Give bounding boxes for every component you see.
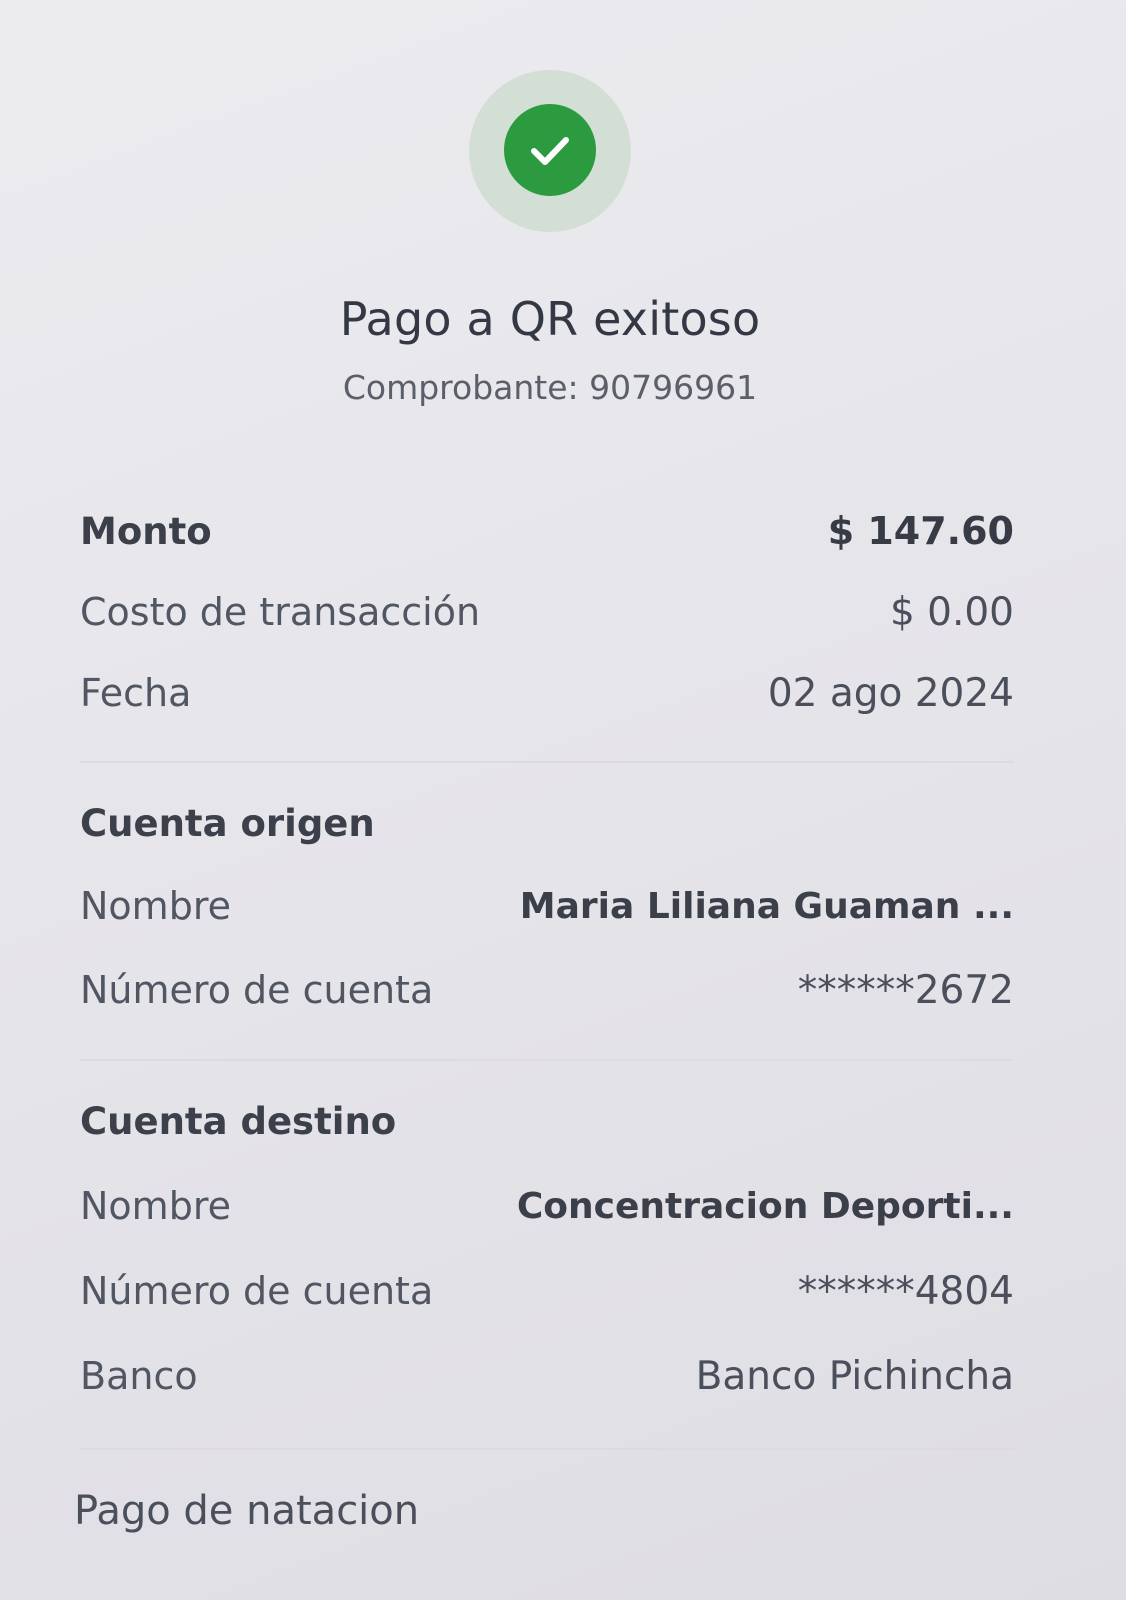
origin-account-label: Número de cuenta <box>80 968 434 1012</box>
bank-label: Banco <box>80 1354 198 1398</box>
success-circle <box>504 104 596 196</box>
destination-name-label: Nombre <box>80 1184 231 1228</box>
payment-receipt: Pago a QR exitoso Comprobante: 90796961 … <box>0 0 1126 1600</box>
destination-account-row: Número de cuenta ******4804 <box>80 1263 1014 1319</box>
page-title: Pago a QR exitoso <box>339 292 761 346</box>
origin-name-label: Nombre <box>80 884 231 928</box>
destination-name-row: Nombre Concentracion Deporti... <box>80 1178 1014 1234</box>
divider <box>80 1448 1014 1450</box>
date-value: 02 ago 2024 <box>767 670 1014 716</box>
destination-account-value: ******4804 <box>797 1268 1014 1314</box>
bank-row: Banco Banco Pichincha <box>80 1348 1014 1404</box>
amount-value: $ 147.60 <box>827 509 1014 553</box>
success-badge <box>469 70 631 232</box>
origin-name-value: Maria Liliana Guaman ... <box>519 885 1014 927</box>
amount-row: Monto $ 147.60 <box>80 503 1014 559</box>
fee-row: Costo de transacción $ 0.00 <box>80 584 1014 640</box>
date-label: Fecha <box>80 671 192 715</box>
fee-label: Costo de transacción <box>80 590 481 634</box>
divider <box>80 1059 1014 1061</box>
bank-value: Banco Pichincha <box>695 1353 1014 1399</box>
divider <box>80 761 1014 763</box>
origin-account-value: ******2672 <box>797 967 1014 1013</box>
origin-section-title: Cuenta origen <box>80 802 375 845</box>
destination-name-value: Concentracion Deporti... <box>516 1185 1014 1227</box>
origin-account-row: Número de cuenta ******2672 <box>80 962 1014 1018</box>
destination-section-title: Cuenta destino <box>80 1100 397 1143</box>
check-icon <box>531 137 569 165</box>
date-row: Fecha 02 ago 2024 <box>80 665 1014 721</box>
destination-account-label: Número de cuenta <box>80 1269 434 1313</box>
receipt-number: Comprobante: 90796961 <box>342 368 758 407</box>
origin-name-row: Nombre Maria Liliana Guaman ... <box>80 878 1014 934</box>
payment-description: Pago de natacion <box>74 1488 420 1534</box>
fee-value: $ 0.00 <box>889 589 1014 635</box>
amount-label: Monto <box>80 509 212 553</box>
